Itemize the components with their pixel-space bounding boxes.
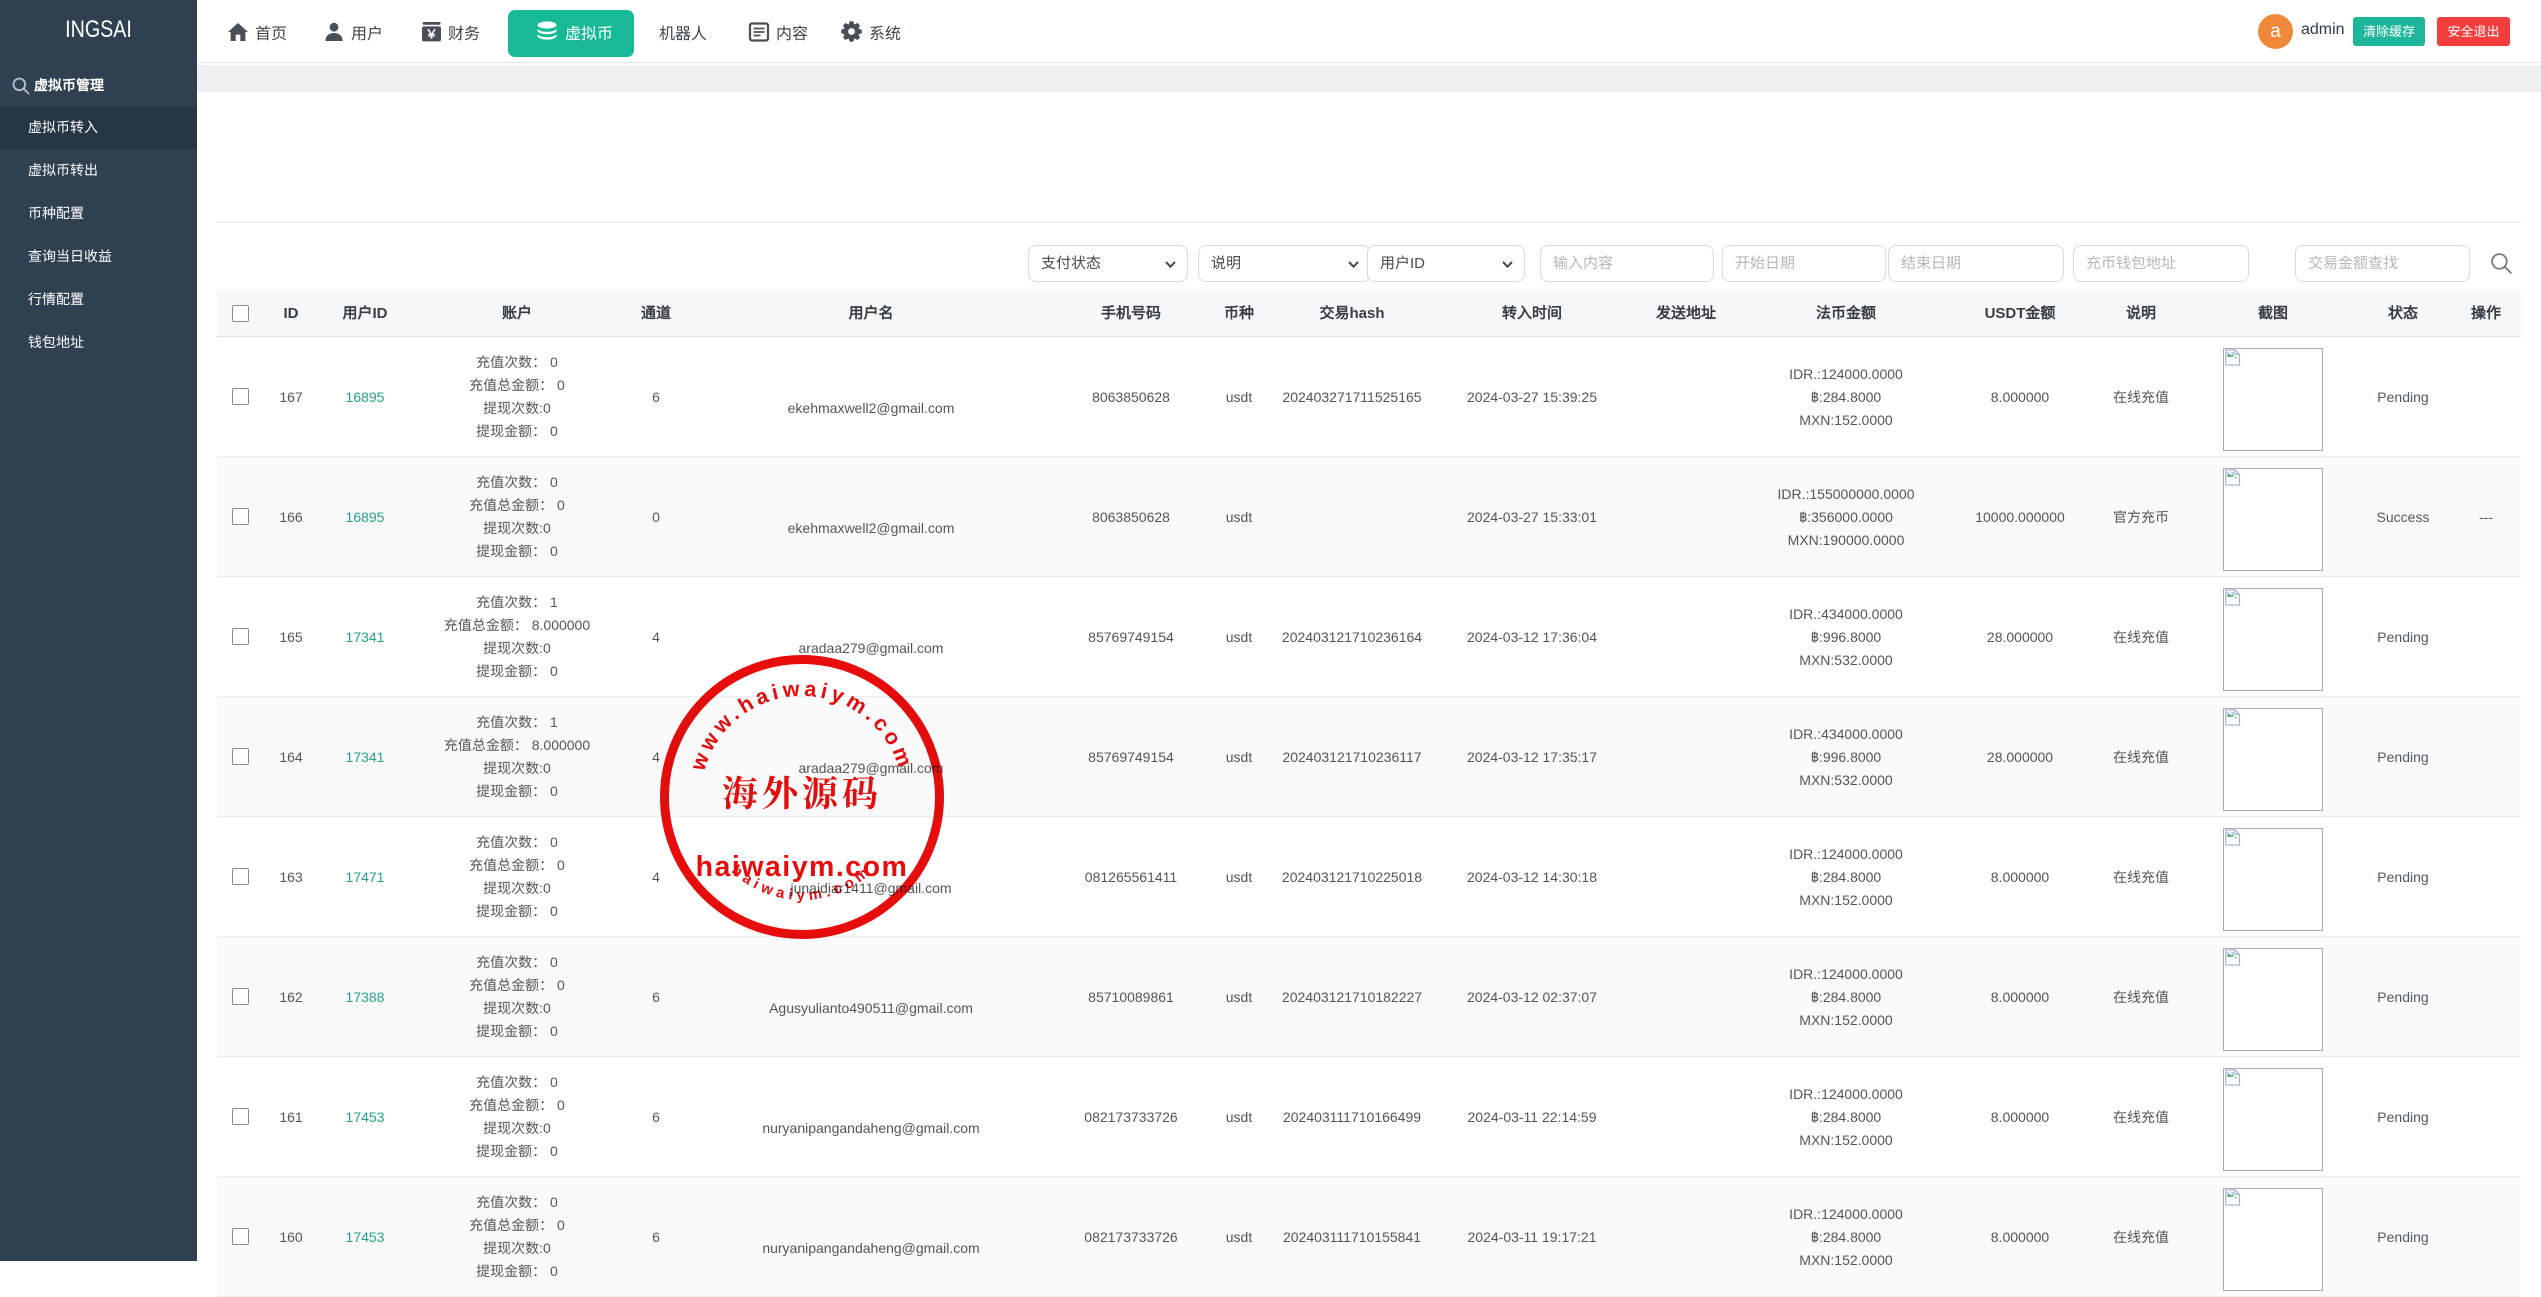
svg-text:￥: ￥ <box>425 24 438 42</box>
svg-text:海外源码: 海外源码 <box>722 766 882 817</box>
svg-text:haiwaiym.com: haiwaiym.com <box>696 851 909 883</box>
